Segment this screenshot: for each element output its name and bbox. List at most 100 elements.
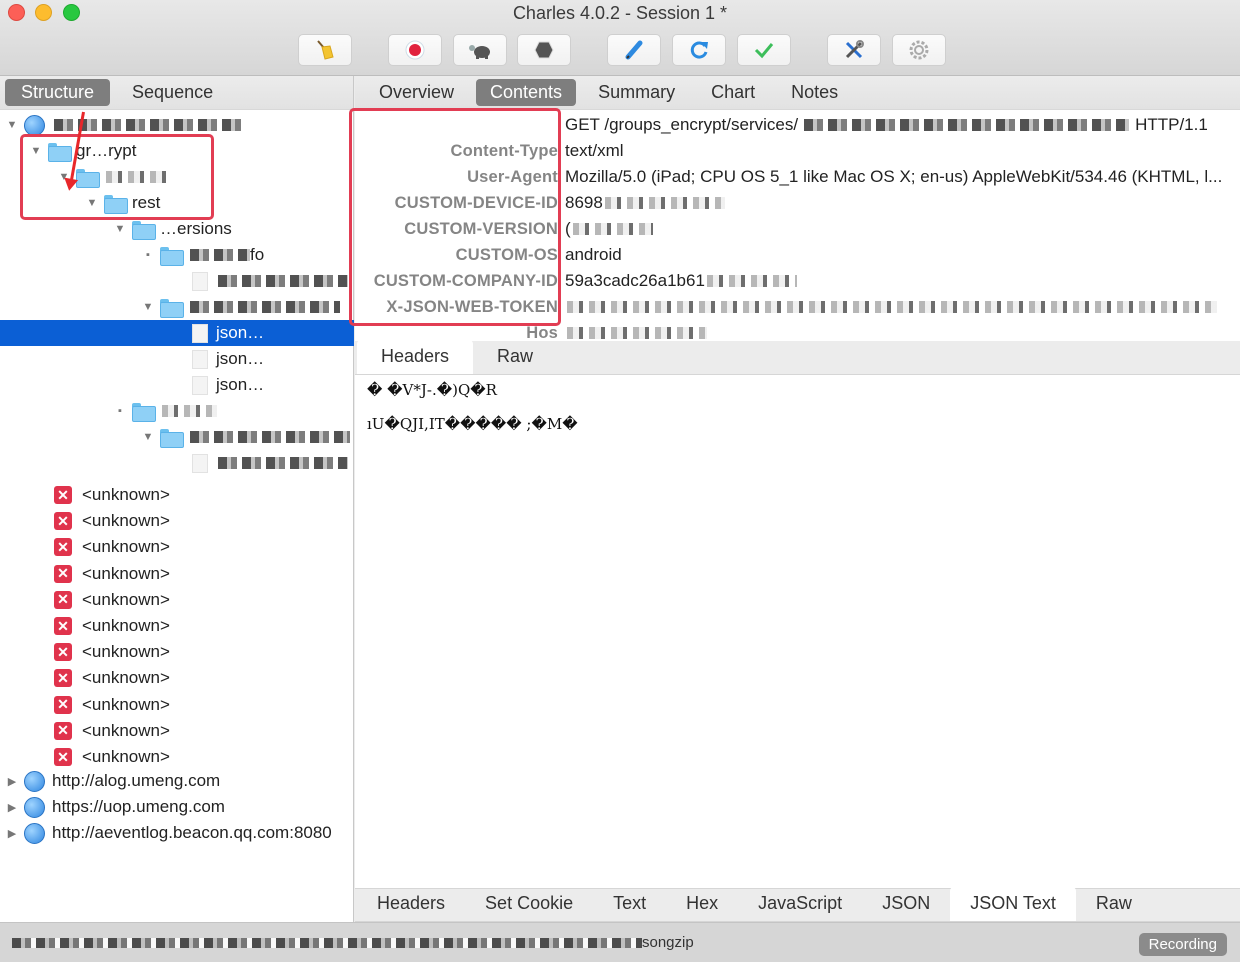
throttle-button[interactable] xyxy=(453,34,507,66)
tree-row-unknown[interactable]: ✕ <unknown> xyxy=(0,718,354,744)
tree-row-label: rest xyxy=(132,193,161,212)
settings-button[interactable] xyxy=(892,34,946,66)
repeat-button[interactable] xyxy=(672,34,726,66)
tools-button[interactable] xyxy=(827,34,881,66)
tab-overview[interactable]: Overview xyxy=(365,79,468,106)
tree-row-host[interactable]: ▶ http://aeventlog.beacon.qq.com:8080 xyxy=(0,820,354,846)
host-label: http://aeventlog.beacon.qq.com:8080 xyxy=(52,823,332,842)
disclosure-expanded-icon[interactable]: ▼ xyxy=(86,197,98,209)
disclosure-expanded-icon[interactable]: ▼ xyxy=(30,145,42,157)
tree-row-unknown[interactable]: ✕ <unknown> xyxy=(0,639,354,665)
error-x-icon: ✕ xyxy=(54,564,72,583)
disclosure-collapsed-icon[interactable]: ▪ xyxy=(142,249,154,261)
redacted-text xyxy=(804,119,1130,131)
tab-response-hex[interactable]: Hex xyxy=(666,887,738,921)
header-value-text: 59a3cadc26a1b61 xyxy=(565,271,705,290)
tree-row-unknown[interactable]: ✕ <unknown> xyxy=(0,744,354,770)
tree-row-file[interactable]: json… xyxy=(0,346,354,372)
compose-button[interactable] xyxy=(607,34,661,66)
tree-row-folder[interactable]: ▼ gr…rypt xyxy=(0,138,354,164)
tab-sequence[interactable]: Sequence xyxy=(116,79,229,106)
folder-icon xyxy=(132,402,156,422)
globe-icon xyxy=(24,770,45,792)
tree-row-folder-rest[interactable]: ▼ rest xyxy=(0,190,354,216)
pen-icon xyxy=(625,40,643,60)
request-protocol: HTTP/1.1 xyxy=(1135,115,1208,134)
host-label: https://uop.umeng.com xyxy=(52,797,225,816)
tab-response-javascript[interactable]: JavaScript xyxy=(738,887,862,921)
tree-row-unknown[interactable]: ✕ <unknown> xyxy=(0,482,354,508)
tree-row-unknown[interactable]: ✕ <unknown> xyxy=(0,692,354,718)
tree-row-folder[interactable]: ▼ …ersions xyxy=(0,216,354,242)
error-x-icon: ✕ xyxy=(54,590,72,609)
header-value: ( xyxy=(560,219,1235,239)
tree-row-file[interactable]: json… xyxy=(0,372,354,398)
header-row: CUSTOM-VERSION ( xyxy=(355,216,1240,242)
tree-row-unknown[interactable]: ✕ <unknown> xyxy=(0,665,354,691)
tree-row-host[interactable]: ▶ https://uop.umeng.com xyxy=(0,794,354,820)
header-row: X-JSON-WEB-TOKEN xyxy=(355,294,1240,320)
tree-row-folder[interactable]: ▪ xyxy=(0,398,354,424)
header-key: Content-Type xyxy=(450,141,558,160)
tab-response-text[interactable]: Text xyxy=(593,887,666,921)
tree-row-unknown[interactable]: ✕ <unknown> xyxy=(0,613,354,639)
detail-panel: Overview Contents Summary Chart Notes GE… xyxy=(349,76,1240,922)
disclosure-expanded-icon[interactable]: ▼ xyxy=(142,301,154,313)
error-x-icon: ✕ xyxy=(54,538,72,557)
tree-row-file[interactable] xyxy=(0,268,354,294)
header-key: CUSTOM-VERSION xyxy=(404,219,558,238)
record-button[interactable] xyxy=(388,34,442,66)
redacted-text xyxy=(567,327,707,339)
tab-contents[interactable]: Contents xyxy=(476,79,577,106)
recording-badge[interactable]: Recording xyxy=(1138,933,1227,956)
folder-icon xyxy=(160,428,184,448)
tree-row-label: <unknown> xyxy=(82,563,170,583)
tree-row-host[interactable]: ▼ xyxy=(0,112,354,138)
window-title: Charles 4.0.2 - Session 1 * xyxy=(512,3,728,23)
header-key: CUSTOM-OS xyxy=(455,245,558,264)
disclosure-collapsed-icon[interactable]: ▶ xyxy=(6,827,18,840)
breakpoints-button[interactable] xyxy=(517,34,571,66)
tree-row-unknown[interactable]: ✕ <unknown> xyxy=(0,587,354,613)
document-icon xyxy=(192,323,208,343)
header-row: CUSTOM-COMPANY-ID 59a3cadc26a1b61 xyxy=(355,268,1240,294)
disclosure-collapsed-icon[interactable]: ▪ xyxy=(114,405,126,417)
tree-row-label: json… xyxy=(216,349,265,368)
validate-button[interactable] xyxy=(737,34,791,66)
disclosure-expanded-icon[interactable]: ▼ xyxy=(6,119,18,131)
tab-chart[interactable]: Chart xyxy=(697,79,769,106)
header-value-text: android xyxy=(565,245,622,264)
tab-structure[interactable]: Structure xyxy=(5,79,111,106)
disclosure-expanded-icon[interactable]: ▼ xyxy=(142,431,154,443)
tree-row-folder[interactable]: ▼ xyxy=(0,164,354,190)
tree-row-label: <unknown> xyxy=(82,589,170,609)
tab-response-set-cookie[interactable]: Set Cookie xyxy=(465,887,593,921)
tree-row-file-selected[interactable]: json… xyxy=(0,320,354,346)
tab-request-headers[interactable]: Headers xyxy=(357,340,474,374)
disclosure-collapsed-icon[interactable]: ▶ xyxy=(6,801,18,814)
tree-row-unknown[interactable]: ✕ <unknown> xyxy=(0,534,354,560)
tab-notes[interactable]: Notes xyxy=(777,79,852,106)
tab-response-headers[interactable]: Headers xyxy=(357,887,465,921)
clear-session-button[interactable] xyxy=(298,34,352,66)
redacted-text xyxy=(190,301,340,313)
disclosure-collapsed-icon[interactable]: ▶ xyxy=(6,775,18,788)
header-key: User-Agent xyxy=(467,167,558,186)
disclosure-expanded-icon[interactable]: ▼ xyxy=(114,223,126,235)
tab-response-json-text[interactable]: JSON Text xyxy=(950,887,1076,921)
tree-row-unknown[interactable]: ✕ <unknown> xyxy=(0,561,354,587)
tree-row-host[interactable]: ▶ http://alog.umeng.com xyxy=(0,768,354,794)
tab-response-json[interactable]: JSON xyxy=(862,887,950,921)
tree-row-file[interactable] xyxy=(0,450,354,476)
tree-row-folder[interactable]: ▪ fo xyxy=(0,242,354,268)
tab-response-raw[interactable]: Raw xyxy=(1076,887,1152,921)
tab-summary[interactable]: Summary xyxy=(584,79,689,106)
tree-row-folder[interactable]: ▼ xyxy=(0,294,354,320)
tree-row-unknown[interactable]: ✕ <unknown> xyxy=(0,508,354,534)
checkmark-icon xyxy=(754,43,774,59)
tree-row-folder[interactable]: ▼ xyxy=(0,424,354,450)
tab-request-raw[interactable]: Raw xyxy=(473,340,557,374)
redacted-text xyxy=(190,249,250,261)
turtle-icon xyxy=(469,45,490,59)
header-row: Content-Type text/xml xyxy=(355,138,1240,164)
